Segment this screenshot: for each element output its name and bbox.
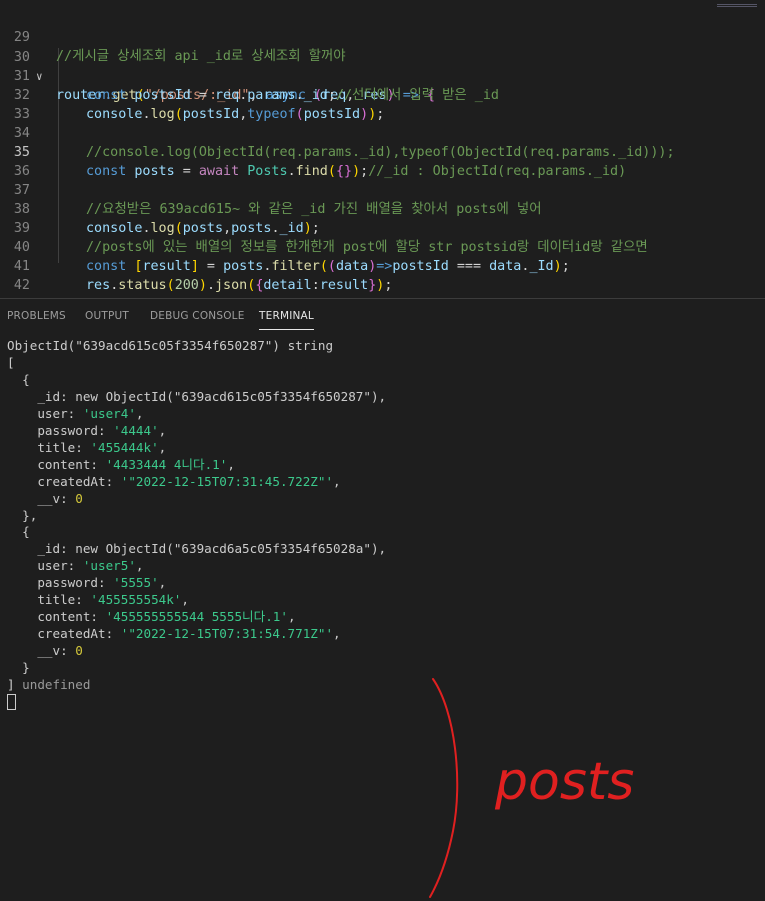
- terminal-line: }: [7, 660, 30, 676]
- terminal-line: title: '455555554k',: [7, 592, 189, 608]
- terminal-line: },: [7, 507, 38, 523]
- terminal-line: _id: new ObjectId("639acd6a5c05f3354f650…: [7, 541, 387, 557]
- code-line-41[interactable]: 41 res.status(200).json({detail:result})…: [0, 238, 765, 293]
- code-line-30[interactable]: 30 ∨ router.get("/posts/:_id", async (re…: [0, 29, 765, 103]
- terminal-cursor: [7, 694, 16, 711]
- terminal-line: [: [7, 354, 15, 370]
- terminal-line: __v: 0: [7, 490, 83, 506]
- code-line-32[interactable]: 32 console.log(postsId,typeof(postsId));: [0, 67, 765, 122]
- code-line-39[interactable]: 39 //posts에 있는 배열의 정보를 한개한개 post에 할당 str…: [0, 200, 765, 255]
- terminal-line: password: '4444',: [7, 422, 167, 438]
- code-line-33[interactable]: 33: [0, 86, 765, 122]
- terminal-line: {: [7, 524, 30, 540]
- code-line-31[interactable]: 31 const postsId = req.params._id;//선더에서…: [0, 48, 765, 103]
- terminal-line: createdAt: '"2022-12-15T07:31:54.771Z"',: [7, 626, 341, 642]
- code-line-29[interactable]: 29 //게시글 상세조회 api _id로 상세조회 할꺼야: [0, 9, 765, 64]
- terminal-output[interactable]: ObjectId("639acd615c05f3354f650287") str…: [7, 338, 386, 713]
- terminal-line: _id: new ObjectId("639acd615c05f3354f650…: [7, 388, 387, 404]
- tab-problems[interactable]: PROBLEMS: [7, 310, 66, 322]
- terminal-line: user: 'user4',: [7, 405, 144, 421]
- code-line-40[interactable]: 40 const [result] = posts.filter((data)=…: [0, 219, 765, 274]
- terminal-line: password: '5555',: [7, 575, 167, 591]
- terminal-line: ObjectId("639acd615c05f3354f650287") str…: [7, 338, 334, 353]
- handwritten-annotation: posts: [429, 678, 634, 898]
- terminal-line: ] undefined: [7, 677, 91, 693]
- code-line-42[interactable]: 42 }): [0, 257, 765, 312]
- terminal-line: __v: 0: [7, 643, 83, 659]
- terminal-line: createdAt: '"2022-12-15T07:31:45.722Z"',: [7, 473, 341, 489]
- code-line-37[interactable]: 37 //요청받은 639acd615~ 와 같은 _id 가진 배열을 찾아서…: [0, 162, 765, 217]
- terminal-line: user: 'user5',: [7, 558, 144, 574]
- code-line-36[interactable]: 36: [0, 143, 765, 179]
- tab-terminal[interactable]: TERMINAL: [259, 310, 314, 330]
- code-line-38[interactable]: 38 console.log(posts,posts._id);: [0, 181, 765, 236]
- panel-tabs: PROBLEMS OUTPUT DEBUG CONSOLE TERMINAL: [0, 299, 765, 333]
- tab-output[interactable]: OUTPUT: [85, 310, 129, 322]
- terminal-line: title: '455444k',: [7, 439, 167, 455]
- minimap[interactable]: [717, 4, 757, 8]
- code-line-34[interactable]: 34 //console.log(ObjectId(req.params._id…: [0, 105, 765, 160]
- terminal-line: content: '455555555544 5555니다.1',: [7, 609, 296, 625]
- tab-debug-console[interactable]: DEBUG CONSOLE: [150, 310, 245, 322]
- bottom-panel: PROBLEMS OUTPUT DEBUG CONSOLE TERMINAL O…: [0, 298, 765, 898]
- terminal-line: {: [7, 371, 30, 387]
- terminal-line: content: '4433444 4니다.1',: [7, 456, 235, 472]
- code-editor[interactable]: 29 //게시글 상세조회 api _id로 상세조회 할꺼야 30 ∨ rou…: [0, 0, 765, 312]
- annotation-text: posts: [494, 752, 634, 812]
- code-line-35[interactable]: 35 const posts = await Posts.find({});//…: [0, 124, 765, 179]
- code-line-43[interactable]: 43: [0, 276, 765, 312]
